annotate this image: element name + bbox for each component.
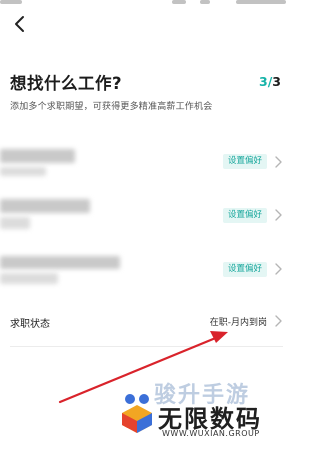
watermark: 骏升手游 无限数码 WWW.WUXIAN.GROUP <box>118 383 298 449</box>
brand-logo-icon <box>122 394 152 433</box>
watermark-url: WWW.WUXIAN.GROUP <box>162 429 260 438</box>
